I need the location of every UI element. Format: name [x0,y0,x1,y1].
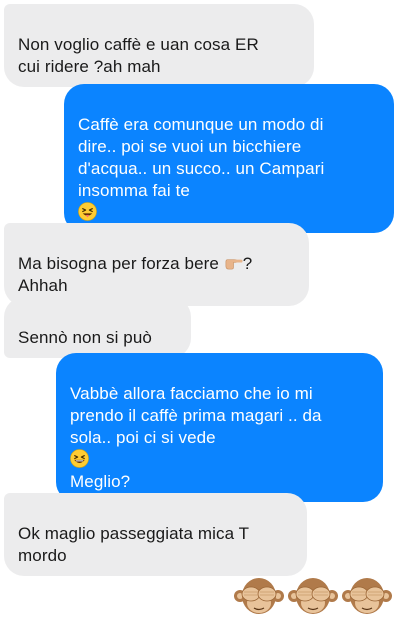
see-no-evil-monkey-icon [233,577,393,615]
sent-message-bubble[interactable]: Caffè era comunque un modo di dire.. poi… [64,84,394,233]
sent-message-bubble[interactable]: Vabbè allora facciamo che io mi prendo i… [56,353,383,502]
message-text: Ok maglio passeggiata mica T mordo [18,524,250,565]
message-text: Caffè era comunque un modo di dire.. poi… [78,115,325,200]
message-text: Vabbè allora facciamo che io mi prendo i… [70,384,322,447]
received-message-bubble[interactable]: Ok maglio passeggiata mica T mordo [4,493,307,576]
received-message-bubble[interactable]: Ma bisogna per forza bere ? Ahhah [4,223,309,306]
message-text: Sennò non si può [18,328,152,347]
pointing-hand-emoji-icon [225,259,243,270]
message-text: Meglio? [70,472,131,491]
grinning-tongue-emoji-icon [78,202,97,221]
message-text: Non voglio caffè e uan cosa ER cui rider… [18,35,259,76]
grinning-squinting-emoji-icon [70,449,89,468]
received-message-bubble[interactable]: Sennò non si può [4,297,191,358]
received-message-bubble[interactable]: Non voglio caffè e uan cosa ER cui rider… [4,4,314,87]
reaction-emoji-row[interactable] [233,572,394,620]
message-text: Ma bisogna per forza bere [18,254,224,273]
